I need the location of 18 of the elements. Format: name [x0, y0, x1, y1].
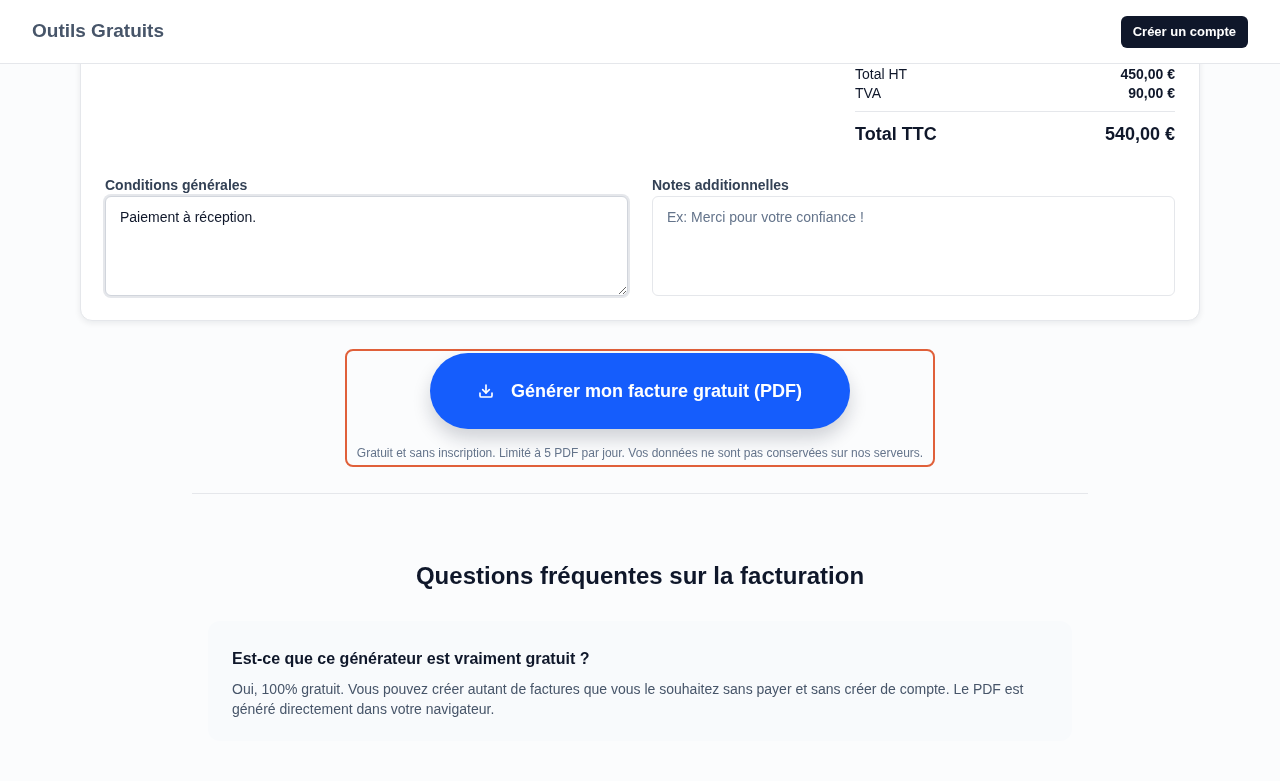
- total-value: 90,00 €: [1128, 84, 1175, 103]
- faq-question: Est-ce que ce générateur est vraiment gratuit ?: [232, 649, 591, 669]
- field-label: Notes additionnelles: [652, 176, 790, 195]
- brand-name[interactable]: Outils Gratuits: [32, 17, 164, 46]
- signup-button[interactable]: Créer un compte: [1120, 15, 1248, 48]
- text-area-field[interactable]: Ex: Merci pour votre confiance !: [652, 196, 1175, 296]
- generate-pdf-button[interactable]: Générer mon facture gratuit (PDF): [429, 353, 850, 429]
- download-icon: [477, 383, 494, 399]
- total-value: 450,00 €: [1120, 65, 1175, 83]
- faq-answer: Oui, 100% gratuit. Vous pouvez créer autant de factures que vous le souhaitez sans payer et sans créer de compte. Le PDF est généré directement dans votre navigateur.: [232, 680, 1025, 719]
- faq-heading: Questions fréquentes sur la facturation: [414, 561, 866, 591]
- grand-total-value: 540,00 €: [1104, 123, 1175, 146]
- grand-total-label: Total TTC: [855, 123, 937, 146]
- total-label: TVA: [855, 84, 882, 103]
- text-area-field[interactable]: Paiement à réception.: [105, 196, 628, 296]
- field-label: Conditions générales: [105, 176, 249, 195]
- privacy-note: Gratuit et sans inscription. Limité à 5 PDF par jour. Vos données ne sont pas conservées sur nos serveurs.: [356, 445, 924, 461]
- total-label: Total HT: [855, 65, 908, 83]
